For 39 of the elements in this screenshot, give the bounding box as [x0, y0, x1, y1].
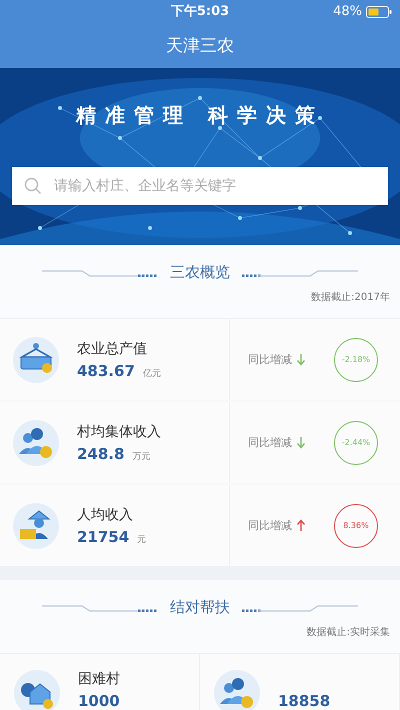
battery-icon: [366, 6, 392, 18]
stat-unit: 万元: [132, 450, 150, 462]
stat-label: 村均集体收入: [77, 422, 161, 440]
section-title: 结对帮扶: [170, 598, 230, 617]
basket-icon: [13, 336, 59, 382]
search-field[interactable]: 请输入村庄、企业名等关键字: [12, 167, 388, 205]
data-date-note: 数据截止:2017年: [310, 290, 391, 304]
battery-percent: 48%: [333, 4, 362, 19]
search-icon: [24, 177, 42, 195]
tile-label: 困难村: [78, 670, 120, 688]
villagers-icon: [13, 420, 59, 466]
change-label: 同比增减: [248, 518, 292, 533]
slogan: 精准管理 科学决策: [76, 102, 324, 129]
stat-label: 农业总产值: [77, 340, 148, 358]
section-title: 三农概览: [170, 263, 230, 282]
stat-value: 248.8: [77, 444, 124, 462]
change-percent: -2.44%: [334, 420, 378, 464]
app-title: 天津三农: [166, 34, 234, 56]
tile-value: 1000: [78, 692, 120, 710]
change-percent: 8.36%: [334, 504, 378, 548]
tile-card[interactable]: 18858: [200, 654, 400, 710]
stat-unit: 亿元: [142, 368, 161, 380]
stat-card[interactable]: 人均收入 21754 元 同比增减 8.36%: [0, 485, 400, 566]
stat-card[interactable]: 农业总产值 483.67 亿元 同比增减 -2.18%: [0, 319, 400, 400]
villagers-icon: [214, 670, 260, 710]
stat-label: 人均收入: [77, 506, 134, 524]
tile-value: 18858: [278, 692, 330, 710]
stat-value: 483.67: [77, 362, 135, 380]
tile-card[interactable]: 困难村 1000: [0, 654, 200, 710]
change-label: 同比增减: [248, 352, 292, 367]
status-time: 下午5:03: [170, 3, 230, 20]
data-date-note: 数据截止:实时采集: [306, 626, 391, 639]
farmer-icon: [13, 502, 59, 548]
stat-value: 21754: [77, 528, 130, 546]
stat-card[interactable]: 村均集体收入 248.8 万元 同比增减 -2.44%: [0, 402, 400, 483]
house-icon: [14, 670, 60, 710]
change-label: 同比增减: [248, 435, 292, 450]
change-percent: -2.18%: [334, 338, 378, 382]
stat-unit: 元: [137, 534, 146, 546]
